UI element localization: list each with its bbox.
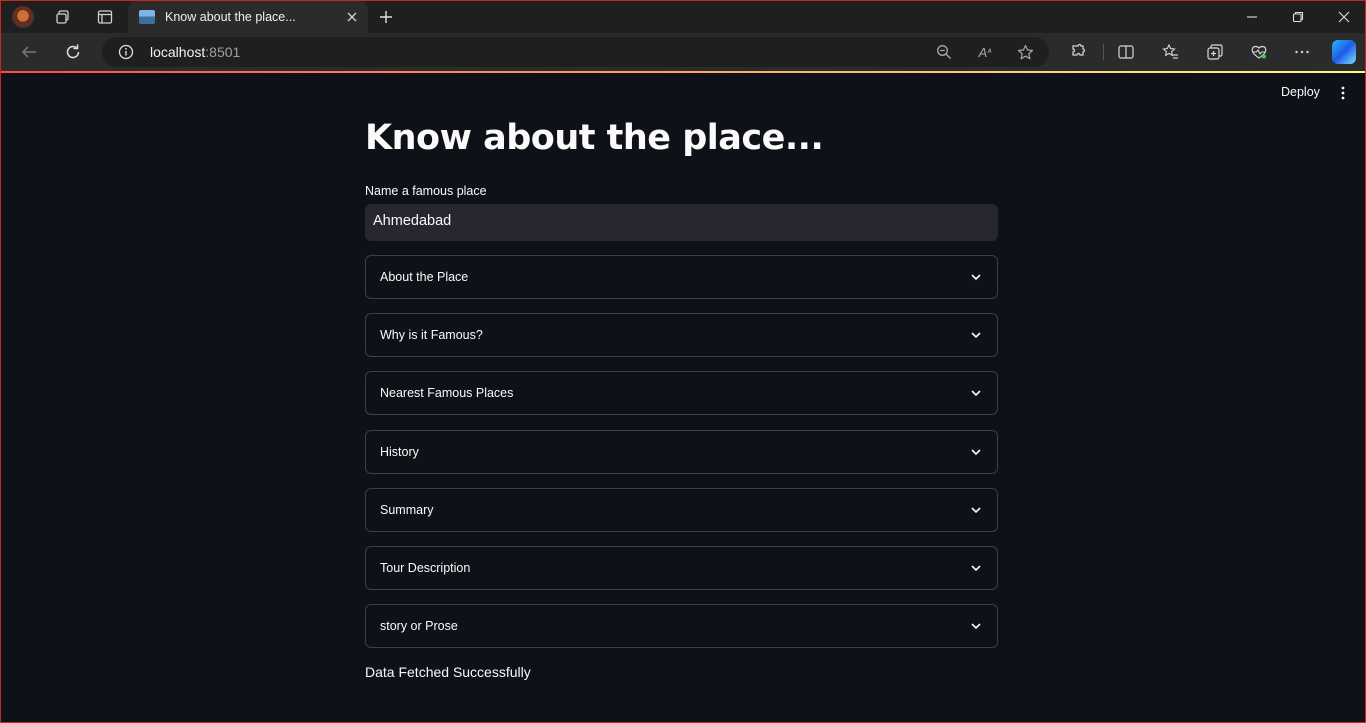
toolbar-separator [1103,44,1104,60]
read-aloud-icon[interactable]: Aᴬ [975,42,995,62]
favorites-icon[interactable] [1160,41,1182,63]
deploy-button[interactable]: Deploy [1281,85,1320,99]
url-port: :8501 [205,44,241,60]
split-screen-icon[interactable] [1115,41,1137,63]
zoom-out-icon[interactable] [934,42,954,62]
tab-close-icon[interactable] [344,9,360,25]
status-message: Data Fetched Successfully [365,664,531,680]
collections-icon[interactable] [1204,41,1226,63]
title-bar: Know about the place... [1,1,1365,33]
browser-essentials-icon[interactable] [1248,41,1270,63]
chevron-down-icon [969,386,983,400]
address-bar[interactable]: localhost:8501 Aᴬ [102,37,1049,67]
favorite-star-icon[interactable] [1015,42,1035,62]
expander-story-or-prose[interactable]: story or Prose [365,604,998,648]
expander-history[interactable]: History [365,430,998,474]
expander-label: Nearest Famous Places [380,386,514,400]
browser-tab-active[interactable]: Know about the place... [128,1,368,33]
chevron-down-icon [969,445,983,459]
more-options-icon[interactable] [1291,41,1313,63]
expander-why-is-it-famous[interactable]: Why is it Famous? [365,313,998,357]
refresh-icon[interactable] [62,41,84,63]
site-info-icon[interactable] [118,44,134,60]
extensions-icon[interactable] [1067,41,1089,63]
expander-label: story or Prose [380,619,458,633]
place-input[interactable]: Ahmedabad [365,204,998,241]
url-host: localhost [150,44,206,60]
minimize-icon[interactable] [1240,5,1264,29]
expander-label: History [380,445,419,459]
page-title: Know about the place... [365,118,824,158]
expander-nearest-famous-places[interactable]: Nearest Famous Places [365,371,998,415]
tab-title: Know about the place... [165,10,296,24]
expander-label: About the Place [380,270,469,284]
copilot-icon[interactable] [1332,40,1356,64]
chevron-down-icon [969,270,983,284]
chevron-down-icon [969,561,983,575]
expander-tour-description[interactable]: Tour Description [365,546,998,590]
expander-about-the-place[interactable]: About the Place [365,255,998,299]
expander-summary[interactable]: Summary [365,488,998,532]
navigation-bar: localhost:8501 Aᴬ [1,33,1365,71]
restore-icon[interactable] [1286,5,1310,29]
new-tab-icon[interactable] [375,6,397,28]
chevron-down-icon [969,328,983,342]
tab-favicon-icon [139,10,155,24]
main-menu-icon[interactable] [1335,85,1351,101]
workspaces-icon[interactable] [52,6,74,28]
main-content: Know about the place... Name a famous pl… [365,113,998,680]
close-window-icon[interactable] [1332,5,1356,29]
page-top-decoration [1,71,1365,73]
back-arrow-icon[interactable] [18,41,40,63]
place-input-label: Name a famous place [365,184,487,198]
chevron-down-icon [969,503,983,517]
url-text: localhost:8501 [150,44,240,60]
browser-window: Know about the place... localhost:8501 A… [0,0,1366,723]
expander-label: Summary [380,503,434,517]
chevron-down-icon [969,619,983,633]
vertical-tabs-icon[interactable] [94,6,116,28]
expander-label: Why is it Famous? [380,328,483,342]
profile-avatar-icon[interactable] [12,6,34,28]
expander-label: Tour Description [380,561,471,575]
